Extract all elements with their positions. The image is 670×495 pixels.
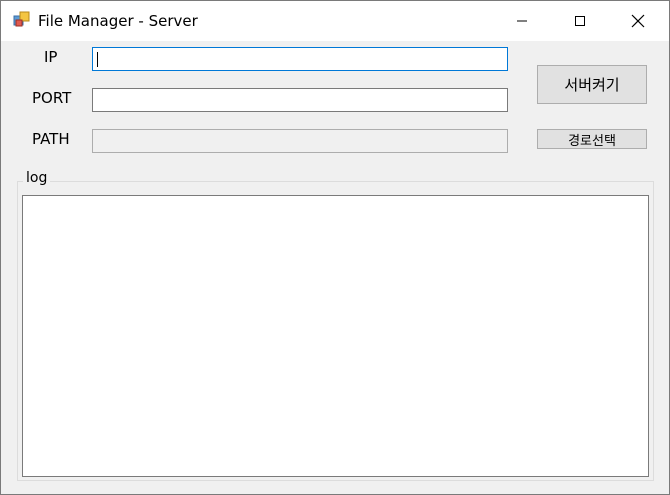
path-label: PATH <box>32 130 70 148</box>
app-icon <box>13 11 31 29</box>
minimize-button[interactable] <box>493 1 551 41</box>
close-icon <box>631 14 645 28</box>
window-title: File Manager - Server <box>38 12 198 30</box>
port-input[interactable] <box>92 88 508 112</box>
maximize-button[interactable] <box>551 1 609 41</box>
log-group-title: log <box>23 170 51 187</box>
ip-input[interactable] <box>92 47 508 71</box>
start-server-button[interactable]: 서버켜기 <box>537 65 647 104</box>
text-caret <box>97 52 98 67</box>
title-bar[interactable]: File Manager - Server <box>1 1 669 41</box>
maximize-icon <box>575 16 585 26</box>
app-window: File Manager - Server IP PORT PATH 서버켜기 … <box>0 0 670 495</box>
close-button[interactable] <box>609 1 667 41</box>
path-input <box>92 129 508 153</box>
ip-label: IP <box>44 48 58 66</box>
minimize-icon <box>517 20 527 22</box>
select-path-button[interactable]: 경로선택 <box>537 129 647 149</box>
port-label: PORT <box>32 89 72 107</box>
log-textarea[interactable] <box>22 195 649 477</box>
